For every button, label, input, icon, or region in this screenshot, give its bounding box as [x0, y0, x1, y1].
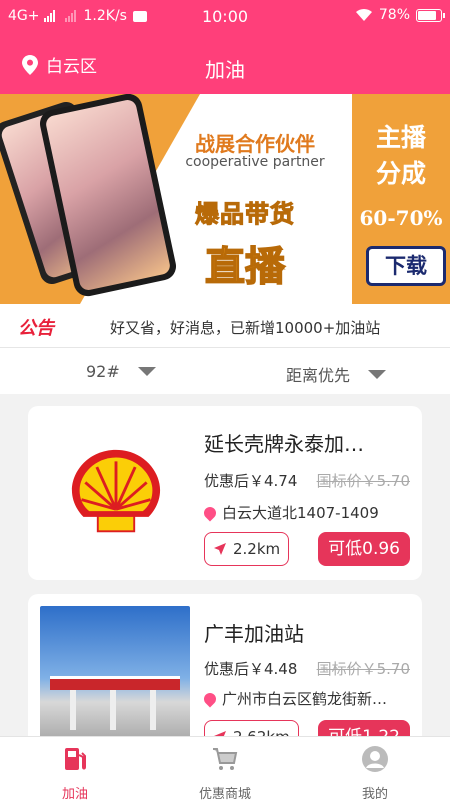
shell-logo-icon: [71, 449, 161, 533]
tab-label: 优惠商城: [198, 787, 251, 800]
banner-tag-live: 直播: [204, 243, 286, 291]
location-pin-icon: [201, 504, 219, 521]
chevron-down-icon: [368, 369, 387, 379]
banner-right-line1: 主播: [375, 123, 426, 152]
fuel-type-label: 92#: [86, 362, 120, 381]
tab-label: 我的: [361, 787, 388, 800]
battery-icon: [416, 8, 445, 22]
banner-tag-products: 爆品带货: [195, 200, 295, 229]
banner-download-button[interactable]: 下载: [366, 246, 446, 286]
fuel-pump-icon: [65, 748, 86, 770]
filter-bar: 92# 距离优先: [0, 348, 450, 394]
navigation-arrow-icon: [214, 543, 226, 555]
tab-profile[interactable]: 我的: [325, 743, 425, 800]
station-card[interactable]: 延长壳牌永泰加… 优惠后￥4.74 国标价￥5.70 白云大道北1407-140…: [28, 406, 422, 580]
notice-text: 好又省，好消息，已新增10000+加油站: [110, 319, 381, 337]
address-text: 广州市白云区鹤龙街新…: [222, 690, 388, 708]
notice-badge: 公告: [18, 318, 54, 339]
chevron-down-icon: [137, 367, 156, 376]
header: 白云区 加油: [0, 32, 450, 94]
distance-text: 2.2km: [233, 540, 281, 558]
bottom-tab-bar: 加油 优惠商城 我的: [0, 736, 450, 800]
tab-label: 加油: [61, 787, 88, 800]
notice-bar[interactable]: 公告 好又省，好消息，已新增10000+加油站: [0, 304, 450, 348]
station-address: 白云大道北1407-1409: [201, 502, 379, 523]
page-title: 加油: [205, 58, 245, 82]
shopping-cart-icon: [213, 748, 238, 770]
sort-filter[interactable]: 距离优先: [286, 362, 387, 386]
banner-commission: 60-70%: [359, 206, 443, 230]
banner-right-line2: 分成: [375, 159, 426, 188]
status-bar: 4G+ 1.2K/s 10:00 78%: [0, 0, 450, 32]
banner-partner-subtitle: cooperative partner: [185, 154, 325, 170]
original-price: 国标价￥5.70: [316, 660, 410, 678]
original-price: 国标价￥5.70: [316, 472, 410, 490]
navigate-button[interactable]: 2.2km: [204, 532, 290, 566]
station-name: 延长壳牌永泰加…: [204, 432, 364, 456]
wifi-icon: [355, 8, 372, 21]
status-right: 78%: [355, 7, 445, 23]
discount-price: 优惠后￥4.74: [204, 472, 298, 490]
fuel-type-filter[interactable]: 92#: [86, 362, 156, 381]
location-pin-icon: [201, 690, 219, 707]
tab-refuel[interactable]: 加油: [25, 743, 125, 800]
save-amount-badge[interactable]: 可低0.96: [318, 532, 410, 566]
battery-percent: 78%: [378, 7, 410, 23]
station-address: 广州市白云区鹤龙街新…: [201, 688, 388, 709]
user-avatar-icon: [362, 746, 388, 772]
banner-partner-title: 战展合作伙伴: [195, 132, 315, 156]
discount-price: 优惠后￥4.48: [204, 660, 298, 678]
promo-banner[interactable]: 战展合作伙伴 cooperative partner 爆品带货 直播 主播 分成…: [0, 94, 450, 304]
sort-label: 距离优先: [286, 366, 351, 385]
tab-mall[interactable]: 优惠商城: [175, 743, 275, 800]
station-name: 广丰加油站: [204, 622, 304, 646]
address-text: 白云大道北1407-1409: [222, 504, 379, 522]
